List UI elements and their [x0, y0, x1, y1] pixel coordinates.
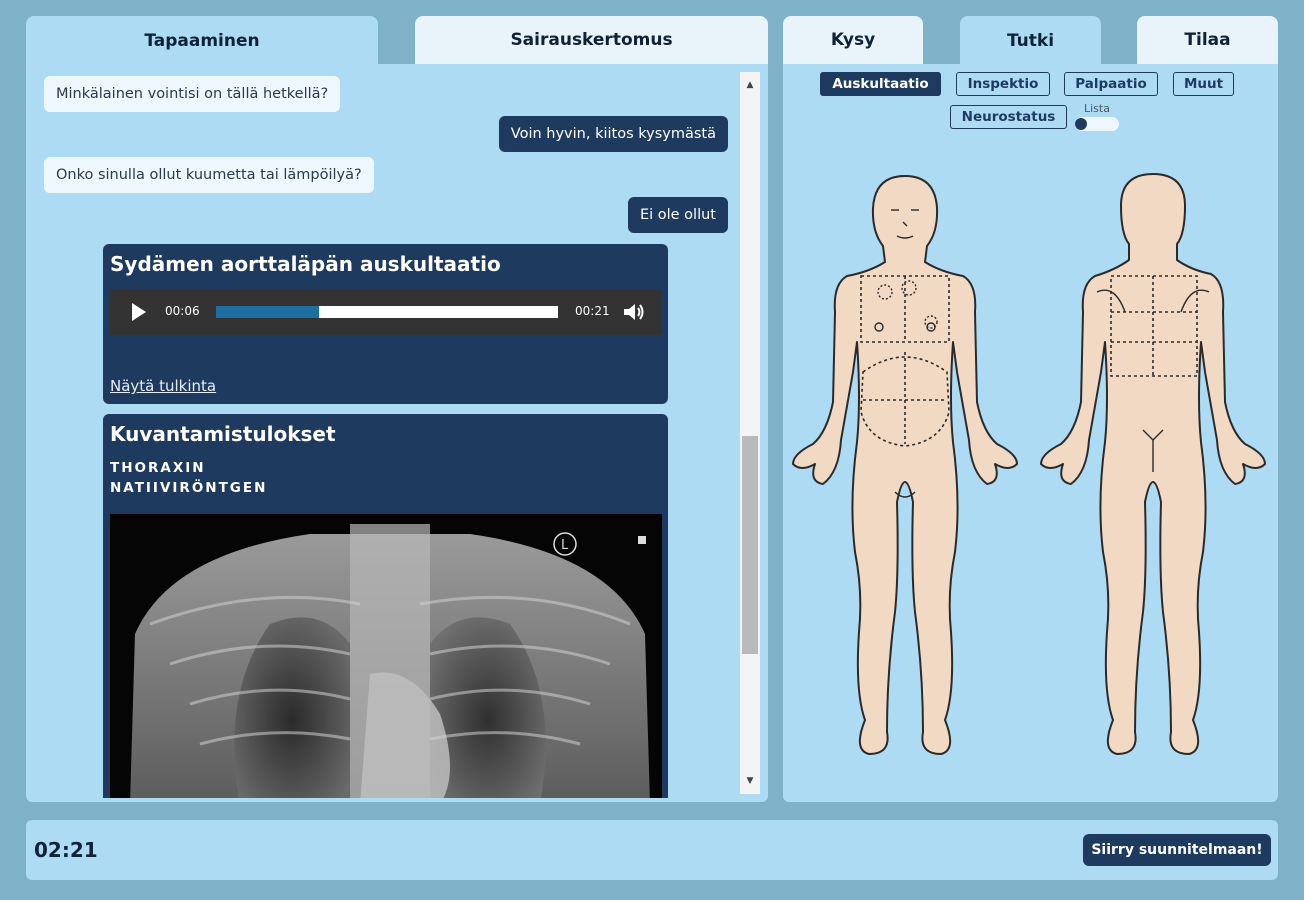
bottom-bar: 02:21 Siirry suunnitelmaan!: [26, 820, 1278, 880]
chat-answer-bubble: Ei ole ollut: [627, 197, 728, 233]
chat-scroll-area: Minkälainen vointisi on tällä hetkellä? …: [26, 64, 741, 798]
chat-question-bubble: Onko sinulla ollut kuumetta tai lämpöily…: [44, 157, 374, 193]
conversation-panel: Minkälainen vointisi on tällä hetkellä? …: [26, 64, 768, 802]
scroll-up-icon[interactable]: ▲: [740, 76, 760, 94]
muut-button[interactable]: Muut: [1173, 72, 1234, 96]
palpaatio-button[interactable]: Palpaatio: [1064, 72, 1158, 96]
tab-sairauskertomus[interactable]: Sairauskertomus: [415, 16, 768, 64]
audio-current-time: 00:06: [165, 304, 200, 318]
examination-panel: Auskultaatio Inspektio Palpaatio Muut Ne…: [783, 64, 1278, 802]
tab-tapaaminen[interactable]: Tapaaminen: [26, 16, 378, 66]
audio-player: 00:06 00:21: [110, 289, 662, 335]
tab-tilaa[interactable]: Tilaa: [1137, 16, 1278, 64]
chat-scrollbar[interactable]: ▲ ▼: [740, 72, 760, 794]
scroll-down-icon[interactable]: ▼: [740, 772, 760, 790]
go-to-plan-button[interactable]: Siirry suunnitelmaan!: [1083, 834, 1271, 866]
play-icon[interactable]: [132, 303, 146, 321]
chest-xray-image[interactable]: L: [110, 514, 662, 798]
tab-tutki[interactable]: Tutki: [960, 16, 1101, 66]
audio-progress-fill: [216, 306, 319, 318]
xray-side-marker: L: [561, 538, 569, 553]
lista-label: Lista: [1084, 102, 1110, 115]
inspektio-button[interactable]: Inspektio: [956, 72, 1050, 96]
tab-kysy[interactable]: Kysy: [783, 16, 923, 64]
imaging-subtitle: THORAXIN: [110, 460, 206, 476]
chat-answer-bubble: Voin hyvin, kiitos kysymästä: [498, 116, 728, 152]
auskultaatio-button[interactable]: Auskultaatio: [820, 72, 941, 96]
audio-duration: 00:21: [575, 304, 610, 318]
left-tab-bar: Tapaaminen Sairauskertomus: [26, 16, 768, 66]
lista-toggle[interactable]: [1075, 117, 1119, 131]
toggle-knob: [1075, 118, 1087, 130]
scrollbar-thumb[interactable]: [742, 436, 758, 654]
body-front-figure[interactable]: [791, 172, 1031, 772]
imaging-subtitle: NATIIVIRÖNTGEN: [110, 480, 268, 496]
session-timer: 02:21: [34, 838, 98, 862]
audio-progress-bar[interactable]: [216, 306, 558, 318]
imaging-title: Kuvantamistulokset: [110, 422, 336, 446]
imaging-card: Kuvantamistulokset THORAXIN NATIIVIRÖNTG…: [103, 414, 668, 798]
chat-question-bubble: Minkälainen vointisi on tällä hetkellä?: [44, 76, 341, 112]
volume-icon[interactable]: [622, 301, 646, 323]
auscultation-title: Sydämen aorttaläpän auskultaatio: [110, 252, 501, 276]
body-back-figure[interactable]: [1039, 172, 1279, 772]
show-interpretation-link[interactable]: Näytä tulkinta: [110, 377, 216, 395]
auscultation-card: Sydämen aorttaläpän auskultaatio 00:06 0…: [103, 244, 668, 404]
neurostatus-button[interactable]: Neurostatus: [950, 105, 1067, 129]
